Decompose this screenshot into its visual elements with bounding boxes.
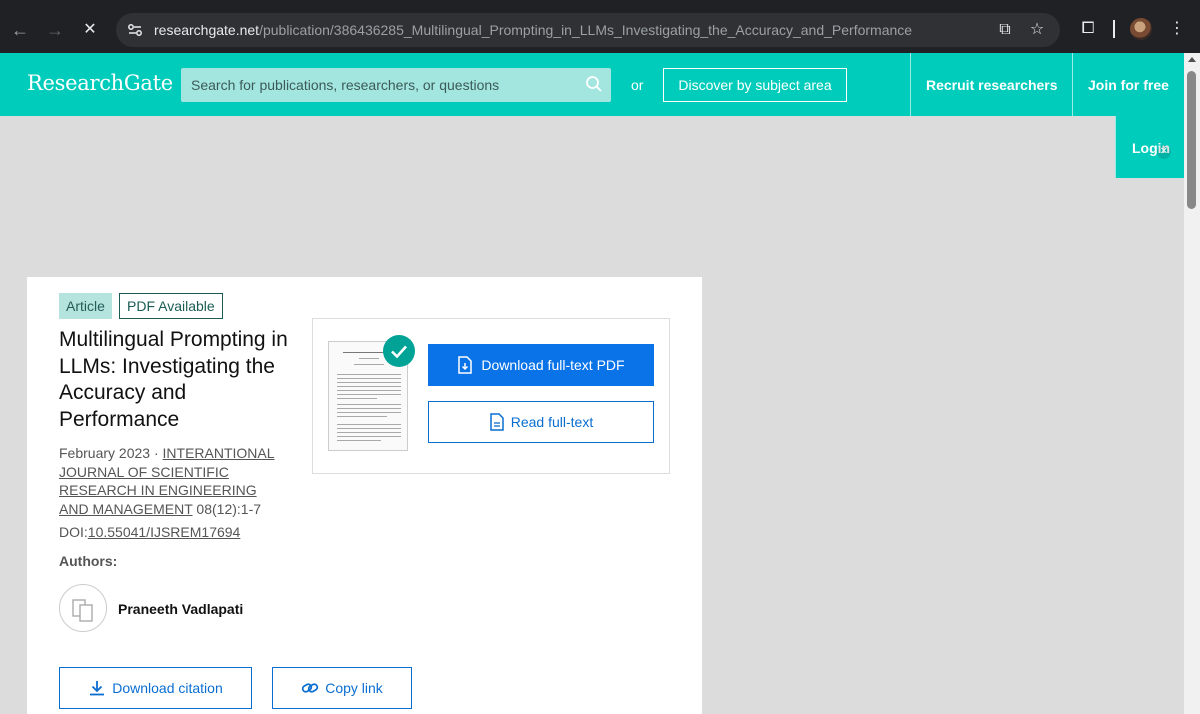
publication-title: Multilingual Prompting in LLMs: Investig… <box>59 328 288 431</box>
pdf-available-badge: PDF Available <box>119 293 223 319</box>
author-name-link[interactable]: Praneeth Vadlapati <box>118 601 243 617</box>
menu-kebab-icon[interactable]: ⋮ <box>1166 18 1188 40</box>
discover-by-subject-button[interactable]: Discover by subject area <box>663 68 847 102</box>
doi-label: DOI: <box>59 524 88 540</box>
file-icon <box>490 413 504 431</box>
download-full-text-pdf-button[interactable]: Download full-text PDF <box>428 344 654 386</box>
meta-separator: · <box>150 445 163 461</box>
download-icon <box>90 681 105 696</box>
close-icon[interactable]: ✕ <box>1157 145 1171 159</box>
header-divider <box>910 53 911 116</box>
read-full-text-button[interactable]: Read full-text <box>428 401 654 443</box>
profile-avatar[interactable] <box>1130 18 1152 40</box>
copy-link-button[interactable]: Copy link <box>272 667 412 709</box>
article-type-badge: Article <box>59 293 112 319</box>
download-citation-label: Download citation <box>112 680 223 696</box>
journal-issue: 08(12):1-7 <box>192 500 262 517</box>
doi-link[interactable]: 10.55041/IJSREM17694 <box>88 524 241 540</box>
download-citation-button[interactable]: Download citation <box>59 667 252 709</box>
translate-icon[interactable]: ⧉ <box>996 21 1014 39</box>
full-text-preview-box: Download full-text PDF Read full-text <box>312 318 670 474</box>
search-input[interactable] <box>181 68 581 102</box>
search-icon[interactable] <box>585 75 603 93</box>
extensions-icon[interactable]: ⧠ <box>1077 18 1099 40</box>
or-label: or <box>631 77 644 93</box>
file-download-icon <box>458 356 473 374</box>
toolbar-divider <box>1113 20 1115 38</box>
doi-line: DOI:10.55041/IJSREM17694 <box>59 524 240 540</box>
researchgate-logo[interactable]: ResearchGate <box>27 71 173 95</box>
login-button[interactable]: Login ✕ <box>1115 116 1184 178</box>
site-header: ResearchGate or Discover by subject area… <box>0 53 1184 116</box>
publication-date: February 2023 <box>59 445 151 461</box>
site-info-icon[interactable] <box>126 21 144 39</box>
link-icon <box>302 683 319 693</box>
page-scrollbar[interactable] <box>1184 53 1200 714</box>
publication-meta: February 2023 · INTERANTIONAL JOURNAL OF… <box>59 444 289 518</box>
author-placeholder-icon <box>72 599 93 622</box>
browser-toolbar: ← → ✕ researchgate.net/publication/38643… <box>0 0 1200 53</box>
address-bar[interactable]: researchgate.net/publication/386436285_M… <box>116 13 1060 47</box>
search-bar <box>181 68 611 102</box>
back-icon[interactable]: ← <box>8 18 32 42</box>
forward-icon[interactable]: → <box>43 18 67 42</box>
bookmark-star-icon[interactable]: ☆ <box>1028 21 1046 39</box>
url-text: researchgate.net/publication/386436285_M… <box>154 22 913 38</box>
stop-loading-icon[interactable]: ✕ <box>78 18 102 42</box>
recruit-researchers-link[interactable]: Recruit researchers <box>926 77 1058 93</box>
scrollbar-thumb[interactable] <box>1187 71 1196 209</box>
author-avatar[interactable] <box>59 584 107 632</box>
scroll-up-icon[interactable] <box>1188 57 1196 62</box>
header-divider <box>1072 53 1073 116</box>
authors-label: Authors: <box>59 553 118 569</box>
check-icon <box>383 335 415 367</box>
copy-link-label: Copy link <box>325 680 383 696</box>
download-full-text-pdf-label: Download full-text PDF <box>481 357 625 373</box>
publication-card: Article PDF Available Multilingual Promp… <box>27 277 702 714</box>
join-for-free-link[interactable]: Join for free <box>1088 77 1169 93</box>
read-full-text-label: Read full-text <box>510 414 594 430</box>
